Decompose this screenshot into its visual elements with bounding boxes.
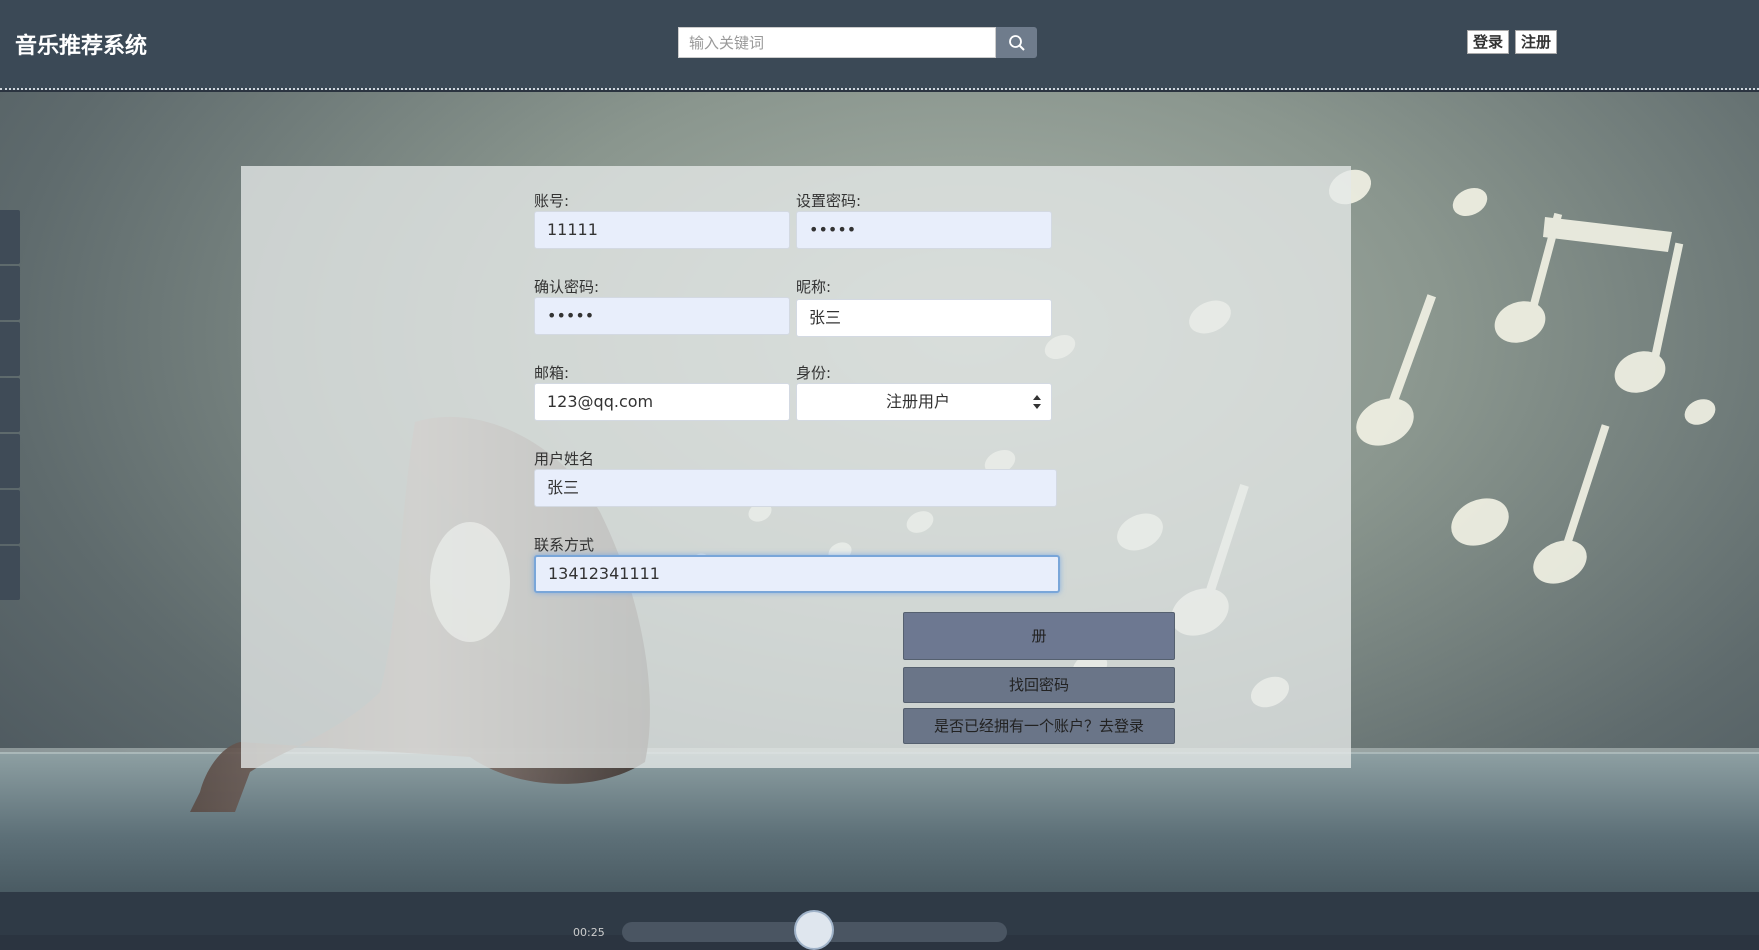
role-select[interactable]: 注册用户 bbox=[796, 383, 1052, 421]
left-side-tabs bbox=[0, 210, 20, 602]
side-tab[interactable] bbox=[0, 546, 20, 600]
email-field[interactable]: 123@qq.com bbox=[534, 383, 790, 421]
contact-field[interactable]: 13412341111 bbox=[534, 555, 1060, 593]
find-password-button[interactable]: 找回密码 bbox=[903, 667, 1175, 703]
side-tab[interactable] bbox=[0, 434, 20, 488]
password-label: 设置密码: bbox=[796, 192, 862, 210]
side-tab[interactable] bbox=[0, 378, 20, 432]
password-field[interactable]: ••••• bbox=[796, 211, 1052, 249]
search-bar bbox=[678, 27, 1037, 58]
register-panel: 账号: 11111 设置密码: ••••• 确认密码: ••••• 昵称: 张三… bbox=[241, 166, 1351, 768]
search-icon bbox=[1008, 34, 1025, 51]
confirm-password-label: 确认密码: bbox=[534, 278, 600, 296]
media-player-bar: 00:25 bbox=[0, 892, 1759, 950]
select-caret-icon bbox=[1033, 395, 1041, 409]
account-field[interactable]: 11111 bbox=[534, 211, 790, 249]
register-header-button[interactable]: 注册 bbox=[1515, 30, 1558, 54]
search-input[interactable] bbox=[678, 27, 996, 58]
email-label: 邮箱: bbox=[534, 364, 570, 382]
account-label: 账号: bbox=[534, 192, 570, 210]
top-header: 音乐推荐系统 登录 注册 bbox=[0, 0, 1759, 90]
search-button[interactable] bbox=[996, 27, 1037, 58]
background-scene: 账号: 11111 设置密码: ••••• 确认密码: ••••• 昵称: 张三… bbox=[0, 92, 1759, 892]
side-tab[interactable] bbox=[0, 210, 20, 264]
contact-label: 联系方式 bbox=[534, 536, 595, 554]
nickname-label: 昵称: bbox=[796, 278, 832, 296]
realname-field[interactable]: 张三 bbox=[534, 469, 1057, 507]
login-button[interactable]: 登录 bbox=[1467, 30, 1510, 54]
auth-buttons: 登录 注册 bbox=[1467, 30, 1558, 54]
go-login-button[interactable]: 是否已经拥有一个账户？去登录 bbox=[903, 708, 1175, 744]
side-tab[interactable] bbox=[0, 266, 20, 320]
role-label: 身份: bbox=[796, 364, 832, 382]
sea-background bbox=[0, 752, 1759, 892]
play-button[interactable] bbox=[794, 910, 834, 950]
role-select-value: 注册用户 bbox=[885, 392, 950, 411]
player-time: 00:25 bbox=[573, 926, 605, 939]
side-tab[interactable] bbox=[0, 490, 20, 544]
nickname-field[interactable]: 张三 bbox=[796, 299, 1052, 337]
confirm-password-field[interactable]: ••••• bbox=[534, 297, 790, 335]
side-tab[interactable] bbox=[0, 322, 20, 376]
site-title: 音乐推荐系统 bbox=[15, 34, 148, 59]
register-submit-button[interactable]: 册 bbox=[903, 612, 1175, 660]
realname-label: 用户姓名 bbox=[534, 450, 595, 468]
